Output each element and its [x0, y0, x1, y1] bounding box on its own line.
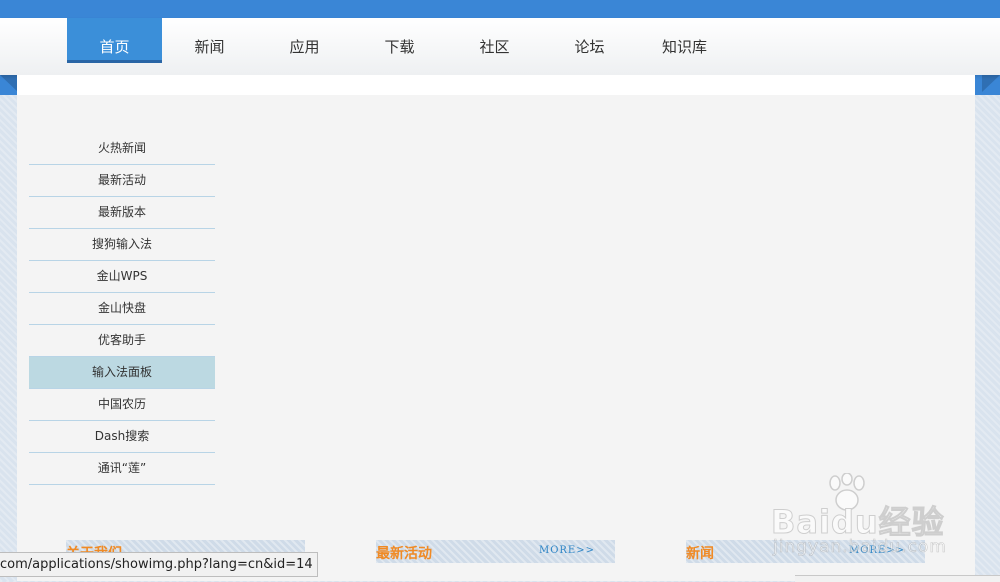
nav-item-news[interactable]: 新闻	[162, 18, 257, 60]
section-title-activity: 最新活动	[376, 546, 432, 562]
sidebar-item-hot-news[interactable]: 火热新闻	[29, 133, 215, 165]
watermark-domain: jingyan.baidu.com	[773, 537, 947, 558]
main-nav: 首页 新闻 应用 下载 社区 论坛 知识库	[0, 18, 1000, 75]
nav-ribbon-fold-left	[0, 75, 18, 92]
page-top-strip	[17, 75, 975, 95]
sidebar-item-chinese-calendar[interactable]: 中国农历	[29, 389, 215, 421]
sidebar-menu: 火热新闻 最新活动 最新版本 搜狗输入法 金山WPS 金山快盘 优客助手 输入法…	[29, 133, 215, 485]
section-latest-activity: 最新活动 MORE>>	[376, 540, 615, 563]
sidebar-item-input-panel[interactable]: 输入法面板	[29, 357, 215, 389]
sidebar-item-latest-version[interactable]: 最新版本	[29, 197, 215, 229]
sidebar-item-latest-activity[interactable]: 最新活动	[29, 165, 215, 197]
sidebar-item-dash-search[interactable]: Dash搜索	[29, 421, 215, 453]
sidebar-item-youker-assistant[interactable]: 优客助手	[29, 325, 215, 357]
nav-wrapper: 首页 新闻 应用 下载 社区 论坛 知识库	[0, 18, 1000, 92]
sidebar-item-kingsoft-wps[interactable]: 金山WPS	[29, 261, 215, 293]
browser-status-bar: com/applications/showimg.php?lang=cn&id=…	[0, 552, 318, 577]
nav-item-home[interactable]: 首页	[67, 18, 162, 63]
sidebar-item-kingsoft-kuaipan[interactable]: 金山快盘	[29, 293, 215, 325]
more-link-activity[interactable]: MORE>>	[539, 545, 595, 556]
nav-item-knowledge-base[interactable]: 知识库	[637, 18, 732, 60]
nav-item-forum[interactable]: 论坛	[542, 18, 637, 60]
nav-ribbon-fold-right	[982, 75, 1000, 92]
nav-item-download[interactable]: 下载	[352, 18, 447, 60]
nav-item-community[interactable]: 社区	[447, 18, 542, 60]
section-title-news: 新闻	[686, 546, 714, 562]
nav-item-apps[interactable]: 应用	[257, 18, 352, 60]
baidu-jingyan-watermark: Baidu经验 jingyan.baidu.com	[763, 473, 963, 565]
sidebar-item-lotus-comm[interactable]: 通讯“莲”	[29, 453, 215, 485]
sidebar-item-sogou-input[interactable]: 搜狗输入法	[29, 229, 215, 261]
